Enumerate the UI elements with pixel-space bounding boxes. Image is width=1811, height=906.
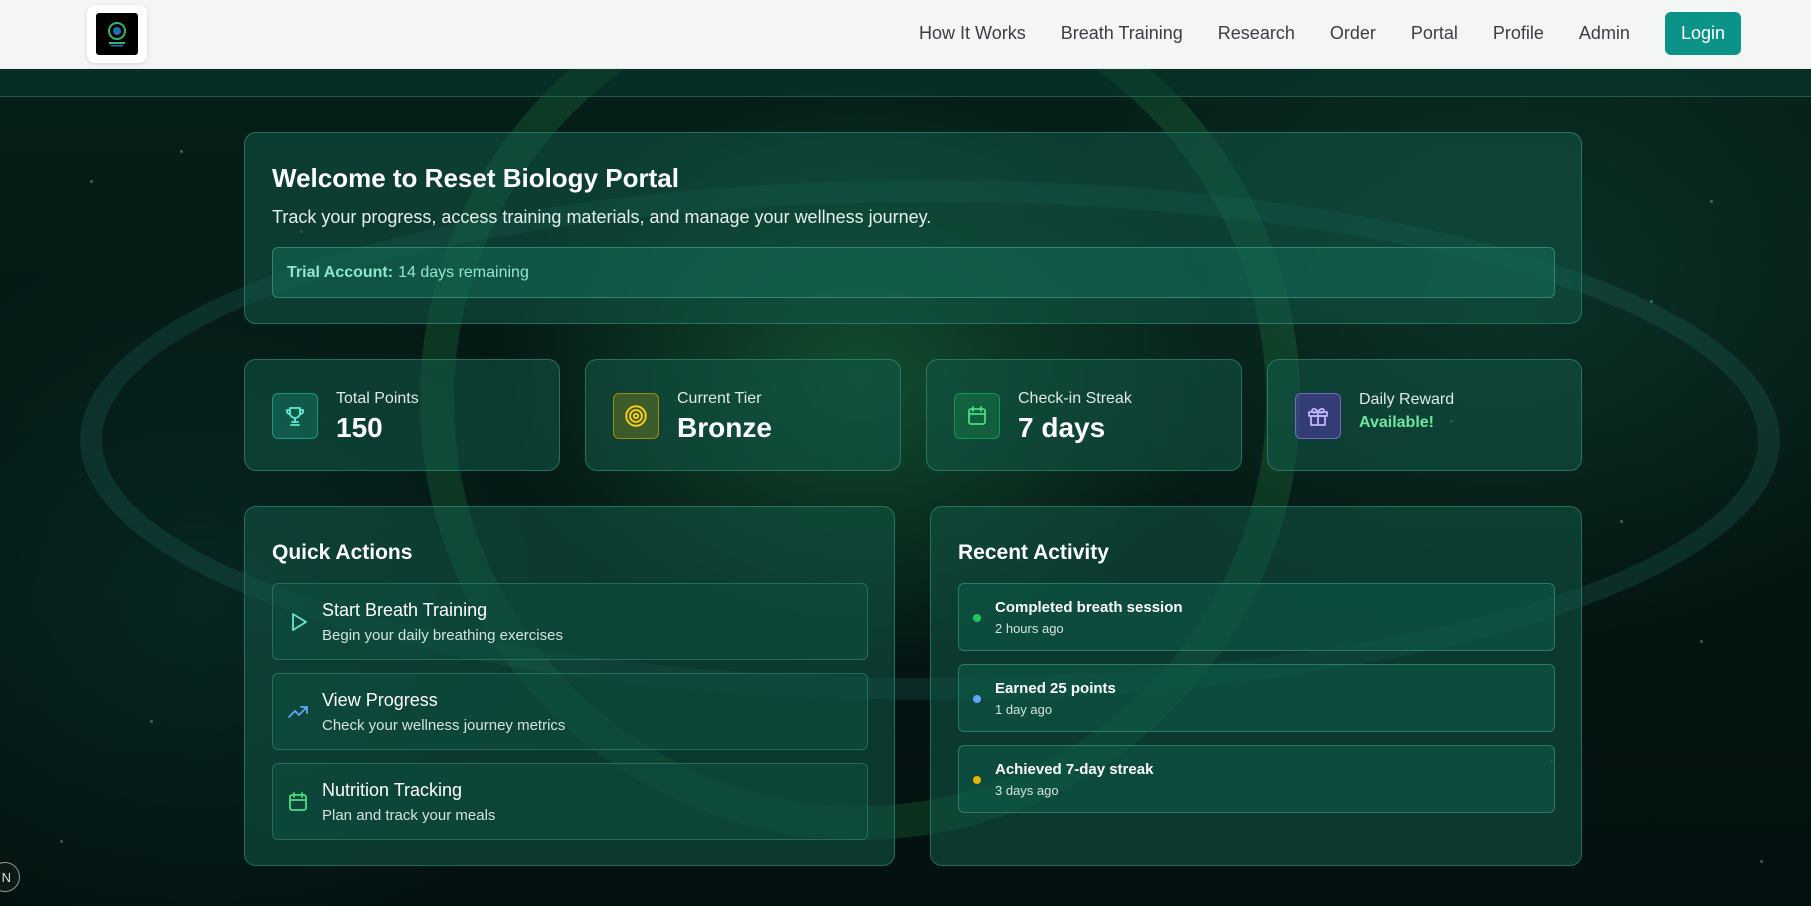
nav-breath-training[interactable]: Breath Training — [1061, 23, 1183, 44]
quick-actions-panel: Quick Actions Start Breath Training Begi… — [244, 506, 895, 866]
activity-title: Achieved 7-day streak — [995, 761, 1154, 778]
daily-reward-status: Available! — [1359, 414, 1434, 431]
recent-activity-title: Recent Activity — [958, 541, 1109, 564]
trial-banner: Trial Account: 14 days remaining — [272, 247, 1555, 298]
calendar-icon — [289, 792, 307, 811]
target-icon — [613, 393, 659, 439]
activity-item: Completed breath session 2 hours ago — [958, 583, 1555, 651]
welcome-card: Welcome to Reset Biology Portal Track yo… — [244, 132, 1582, 324]
trophy-icon — [272, 393, 318, 439]
top-navbar: How It Works Breath Training Research Or… — [0, 0, 1811, 69]
status-dot — [973, 776, 981, 784]
stat-label: Check-in Streak — [1018, 390, 1132, 407]
stat-card-current-tier: Current Tier Bronze — [585, 359, 901, 471]
stat-value: Bronze — [677, 412, 772, 443]
nav-links: How It Works Breath Training Research Or… — [884, 10, 1741, 56]
nav-how-it-works[interactable]: How It Works — [919, 23, 1026, 44]
quick-action-subtitle: Plan and track your meals — [322, 807, 496, 824]
activity-title: Completed breath session — [995, 599, 1183, 616]
quick-action-start-breath-training[interactable]: Start Breath Training Begin your daily b… — [272, 583, 868, 660]
nav-order[interactable]: Order — [1330, 23, 1376, 44]
quick-actions-title: Quick Actions — [272, 541, 413, 564]
nav-research[interactable]: Research — [1218, 23, 1295, 44]
trial-text: 14 days remaining — [398, 263, 529, 281]
page-title: Welcome to Reset Biology Portal — [272, 163, 679, 193]
activity-time: 1 day ago — [995, 702, 1053, 717]
trending-up-icon — [288, 706, 308, 718]
recent-activity-panel: Recent Activity Completed breath session… — [930, 506, 1582, 866]
quick-action-title: View Progress — [322, 690, 438, 710]
activity-item: Earned 25 points 1 day ago — [958, 664, 1555, 732]
gift-icon — [1295, 393, 1341, 439]
trial-label: Trial Account: — [287, 263, 394, 281]
activity-time: 2 hours ago — [995, 621, 1064, 636]
stat-card-daily-reward[interactable]: Daily Reward Available! — [1267, 359, 1582, 471]
stat-label: Daily Reward — [1359, 391, 1455, 408]
stat-card-checkin-streak: Check-in Streak 7 days — [926, 359, 1242, 471]
logo[interactable] — [87, 5, 147, 63]
nav-profile[interactable]: Profile — [1493, 23, 1544, 44]
activity-time: 3 days ago — [995, 783, 1059, 798]
page-subtitle: Track your progress, access training mat… — [272, 207, 932, 227]
nav-admin[interactable]: Admin — [1579, 23, 1630, 44]
nav-underbar — [0, 69, 1811, 97]
status-dot — [973, 695, 981, 703]
play-icon — [292, 613, 307, 631]
stat-label: Current Tier — [677, 390, 762, 407]
activity-item: Achieved 7-day streak 3 days ago — [958, 745, 1555, 813]
nav-portal[interactable]: Portal — [1411, 23, 1458, 44]
quick-action-subtitle: Check your wellness journey metrics — [322, 717, 566, 734]
stat-label: Total Points — [336, 390, 419, 407]
quick-action-subtitle: Begin your daily breathing exercises — [322, 627, 563, 644]
login-button[interactable]: Login — [1664, 11, 1741, 55]
stat-value: 150 — [336, 412, 383, 443]
calendar-icon — [954, 393, 1000, 439]
status-dot — [973, 614, 981, 622]
quick-action-nutrition-tracking[interactable]: Nutrition Tracking Plan and track your m… — [272, 763, 868, 840]
activity-title: Earned 25 points — [995, 680, 1116, 697]
quick-action-title: Nutrition Tracking — [322, 780, 463, 800]
stat-value: 7 days — [1018, 412, 1106, 443]
corner-label: N — [1, 869, 11, 885]
quick-action-view-progress[interactable]: View Progress Check your wellness journe… — [272, 673, 868, 750]
quick-action-title: Start Breath Training — [322, 600, 488, 620]
stat-card-total-points: Total Points 150 — [244, 359, 560, 471]
reset-biology-logo-icon — [96, 13, 138, 55]
